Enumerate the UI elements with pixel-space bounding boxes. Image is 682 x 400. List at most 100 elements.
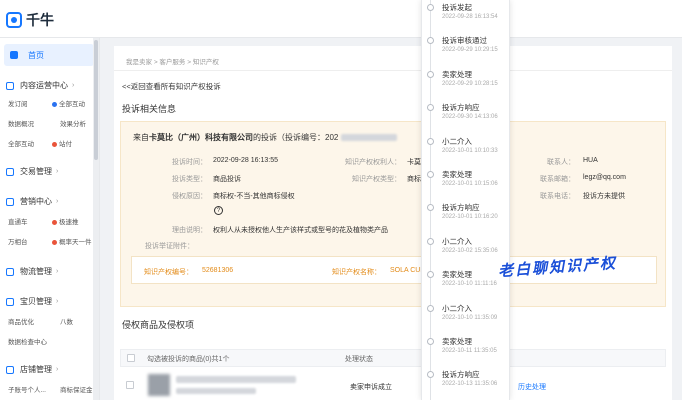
timeline-dot bbox=[427, 271, 434, 279]
timeline-dot bbox=[427, 37, 434, 45]
sidebar-subitem[interactable]: 数据检查中心 bbox=[8, 336, 47, 346]
shop-icon bbox=[6, 365, 14, 374]
timeline-event-time: 2022-09-29 10:28:15 bbox=[442, 80, 498, 87]
select-all-checkbox[interactable] bbox=[127, 354, 135, 362]
timeline-event-title: 小二介入 bbox=[442, 303, 472, 313]
column-header-status: 处理状态 bbox=[345, 356, 373, 363]
timeline-event-time: 2022-09-28 16:13:54 bbox=[442, 14, 498, 20]
timeline-event-title: 卖家处理 bbox=[442, 337, 472, 346]
timeline-event-title: 小二介入 bbox=[442, 136, 472, 146]
sidebar-subitem[interactable]: 发订阅 bbox=[8, 98, 28, 108]
sidebar-group-shop[interactable]: 店铺管理 › bbox=[6, 364, 58, 375]
complaint-number-label: 的投诉（投诉编号：202 bbox=[253, 133, 339, 142]
sidebar-subitem[interactable]: 八数 bbox=[60, 316, 73, 326]
ip-number: 52681306 bbox=[202, 267, 234, 274]
dot-icon bbox=[52, 239, 57, 245]
chevron-right-icon: › bbox=[56, 168, 59, 175]
sidebar-subitem[interactable]: 直通车 bbox=[8, 216, 28, 226]
chevron-right-icon: › bbox=[56, 298, 59, 305]
field-label: 知识产权类型： bbox=[352, 176, 401, 183]
complaint-time: 2022-09-28 16:13:55 bbox=[213, 157, 278, 164]
sidebar-subitem[interactable]: 效果分析 bbox=[60, 118, 86, 128]
sidebar-group-marketing[interactable]: 营销中心 › bbox=[6, 196, 58, 207]
timeline-dot bbox=[427, 104, 434, 112]
chevron-right-icon: › bbox=[72, 82, 75, 89]
breadcrumb-item[interactable]: 知识产权 bbox=[193, 59, 219, 66]
timeline-event-time: 2022-10-02 15:35:06 bbox=[442, 247, 498, 254]
timeline-dot bbox=[427, 137, 434, 145]
breadcrumb: 我是卖家 > 客户服务 > 知识产权 bbox=[126, 56, 219, 66]
sidebar-group-label: 内容运营中心 bbox=[20, 81, 68, 90]
timeline-dot bbox=[427, 371, 434, 379]
timeline-event-time: 2022-09-30 14:13:06 bbox=[442, 114, 498, 121]
timeline-event-title: 小二介入 bbox=[442, 236, 472, 246]
field-label: 投诉类型： bbox=[172, 176, 207, 183]
sidebar-item-label: 首页 bbox=[28, 50, 44, 60]
select-all-label: 勾选被投诉的商品(0)共1个 bbox=[147, 356, 230, 363]
timeline-event-time: 2022-10-11 11:35:05 bbox=[442, 348, 497, 354]
reason-explanation: 权利人从未授权他人生产该样式或型号的花及植物类产品 bbox=[213, 227, 388, 234]
sidebar-subitem[interactable]: 站付 bbox=[52, 138, 72, 148]
divider bbox=[114, 70, 672, 71]
sidebar-group-logistics[interactable]: 物流管理 › bbox=[6, 266, 58, 277]
sidebar-group-trade[interactable]: 交易管理 › bbox=[6, 166, 58, 177]
field-label: 投诉举证附件： bbox=[145, 243, 194, 250]
field-label: 联系人： bbox=[547, 159, 575, 166]
sidebar-subitem[interactable]: 子账号个人... bbox=[8, 384, 46, 394]
sidebar-subitem[interactable]: 极速推 bbox=[52, 216, 79, 226]
scrollbar-thumb[interactable] bbox=[94, 40, 98, 160]
home-icon bbox=[10, 51, 18, 59]
redacted-product-title bbox=[176, 376, 296, 383]
sidebar-group-label: 店铺管理 bbox=[20, 365, 52, 374]
timeline-event-time: 2022-10-13 11:35:06 bbox=[442, 381, 498, 388]
complainant-company: 卡莫比（广州）科技有限公司 bbox=[149, 133, 253, 142]
redacted-product-info bbox=[176, 388, 256, 394]
sidebar-item-home[interactable]: 首页 bbox=[4, 44, 94, 66]
complaint-info-card: 来自卡莫比（广州）科技有限公司的投诉（投诉编号：202 投诉时间： 2022-0… bbox=[120, 121, 666, 307]
field-label: 联系电话： bbox=[540, 193, 575, 200]
sidebar-subitem[interactable]: 概率天一件 bbox=[52, 236, 92, 246]
sidebar-group-content-ops[interactable]: 内容运营中心 › bbox=[6, 80, 74, 91]
breadcrumb-item[interactable]: 客户服务 bbox=[159, 59, 185, 66]
timeline-event-title: 卖家处理 bbox=[442, 170, 472, 179]
sidebar-subitem[interactable]: 数据概况 bbox=[8, 118, 34, 128]
header-prefix: 来自 bbox=[133, 133, 149, 142]
sidebar-subitem[interactable]: 商标保证金 bbox=[60, 384, 93, 394]
timeline-event-title: 投诉方响应 bbox=[442, 103, 480, 113]
breadcrumb-item[interactable]: 我是卖家 bbox=[126, 59, 152, 66]
sidebar-subitem[interactable]: 全部互动 bbox=[8, 138, 34, 148]
sidebar-scrollbar[interactable] bbox=[93, 38, 99, 400]
contact-phone: 投诉方未提供 bbox=[583, 193, 625, 200]
field-label: 理由说明： bbox=[172, 227, 207, 234]
infringement-reason: 商标权-不当-其他商标侵权 bbox=[213, 193, 295, 200]
timeline-event-title: 投诉方响应 bbox=[442, 203, 480, 213]
product-thumbnail[interactable] bbox=[148, 374, 170, 396]
chevron-right-icon: › bbox=[56, 268, 59, 275]
sidebar-group-label: 交易管理 bbox=[20, 167, 52, 176]
section-title-complaint: 投诉相关信息 bbox=[122, 104, 177, 114]
complaint-header: 来自卡莫比（广州）科技有限公司的投诉（投诉编号：202 bbox=[133, 132, 397, 143]
sidebar-subitem[interactable]: 全部互动 bbox=[52, 98, 85, 108]
timeline-event-time: 2022-10-01 10:16:20 bbox=[442, 214, 498, 221]
content-icon bbox=[6, 81, 14, 90]
row-status: 卖家申诉成立 bbox=[350, 384, 392, 391]
app-name: 千牛 bbox=[26, 12, 54, 28]
sidebar-subitem-label: 站付 bbox=[59, 141, 72, 148]
row-checkbox[interactable] bbox=[126, 381, 134, 389]
timeline-event-title: 投诉方响应 bbox=[442, 370, 480, 380]
sidebar-subitem[interactable]: 商品优化 bbox=[8, 316, 34, 326]
goods-icon bbox=[6, 297, 14, 306]
sidebar-group-goods[interactable]: 宝贝管理 › bbox=[6, 296, 58, 307]
complaint-type: 商品投诉 bbox=[213, 176, 241, 183]
question-icon[interactable]: ? bbox=[214, 206, 223, 215]
timeline-event-time: 2022-10-01 10:15:06 bbox=[442, 181, 498, 187]
sidebar-subitem-label: 全部互动 bbox=[59, 101, 85, 108]
app-logo[interactable]: 千牛 bbox=[6, 10, 54, 30]
back-link[interactable]: <<返回查看所有知识产权投诉 bbox=[122, 81, 221, 92]
timeline-event-time: 2022-10-10 11:11:16 bbox=[442, 281, 497, 288]
field-label: 知识产权权利人： bbox=[345, 159, 401, 166]
field-label: 侵权原因： bbox=[172, 193, 207, 200]
timeline-dot bbox=[427, 70, 434, 78]
sidebar-subitem[interactable]: 万相台 bbox=[8, 236, 28, 246]
history-link[interactable]: 历史处理 bbox=[518, 382, 546, 392]
